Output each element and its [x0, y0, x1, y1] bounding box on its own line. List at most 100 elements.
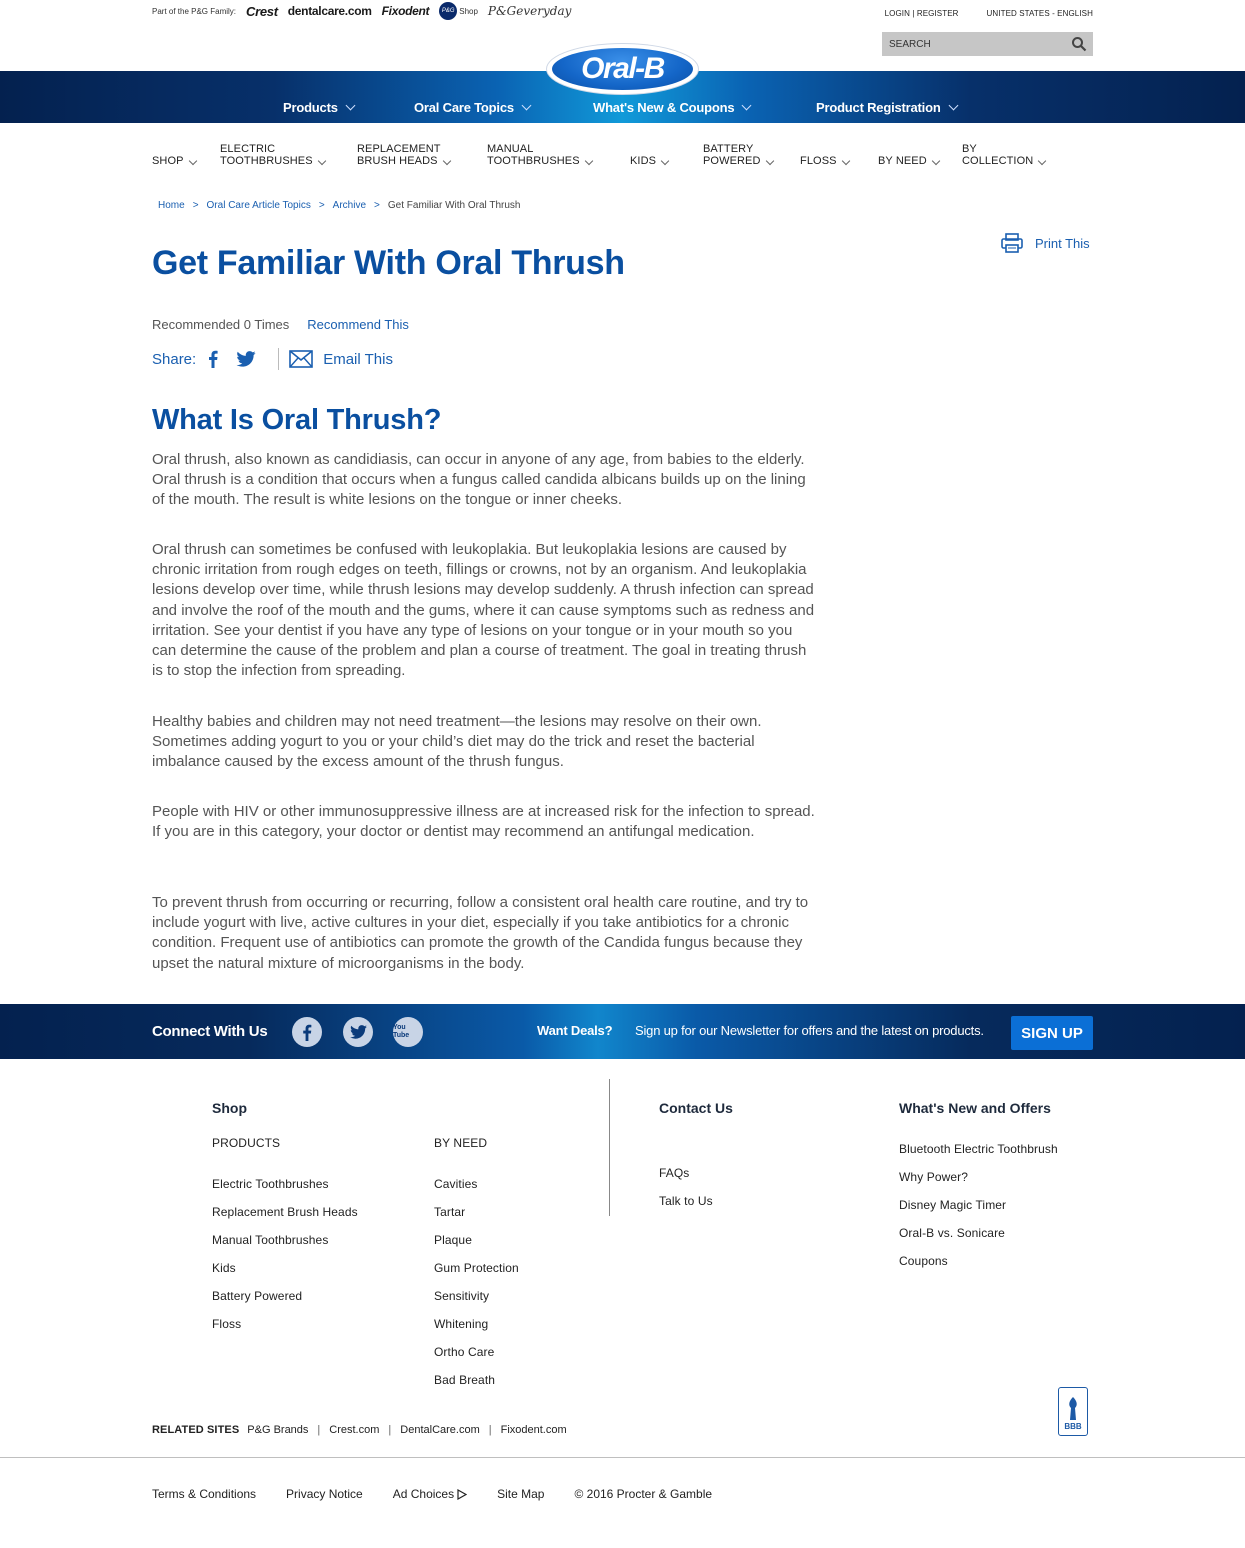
- cat-battery-powered[interactable]: BATTERY POWERED: [703, 143, 774, 167]
- category-nav: SHOP ELECTRIC TOOTHBRUSHES REPLACEMENT BRU…: [152, 143, 1102, 171]
- twitter-icon[interactable]: [236, 351, 256, 367]
- crest-logo[interactable]: Crest: [246, 4, 278, 19]
- footer-link-plaque[interactable]: Plaque: [434, 1233, 472, 1247]
- footer-link-replacement-brush-heads[interactable]: Replacement Brush Heads: [212, 1205, 358, 1219]
- cat-line1: [800, 143, 849, 155]
- footer-link-gum-protection[interactable]: Gum Protection: [434, 1261, 519, 1275]
- bbb-label: BBB: [1064, 1422, 1082, 1431]
- main-nav-products[interactable]: Products: [283, 100, 356, 115]
- chevron-down-icon: [317, 156, 326, 166]
- main-nav-product-registration[interactable]: Product Registration: [816, 100, 959, 115]
- cat-by-collection[interactable]: BY COLLECTION: [962, 143, 1047, 167]
- footer-link-vs-sonicare[interactable]: Oral-B vs. Sonicare: [899, 1226, 1005, 1240]
- print-button[interactable]: Print This: [1001, 233, 1090, 253]
- main-nav-whats-new[interactable]: What's New & Coupons: [593, 100, 752, 115]
- chevron-down-icon: [948, 100, 959, 111]
- cat-line2: KIDS: [630, 155, 670, 167]
- article-paragraph: To prevent thrush from occurring or recu…: [152, 894, 809, 972]
- footer-link-bluetooth[interactable]: Bluetooth Electric Toothbrush: [899, 1142, 1058, 1156]
- pg-shop-label: Shop: [459, 6, 478, 16]
- footer-link-why-power[interactable]: Why Power?: [899, 1170, 968, 1184]
- oral-b-logo[interactable]: Oral-B: [547, 44, 698, 94]
- login-register-link[interactable]: LOGIN | REGISTER: [885, 9, 959, 18]
- connect-bar: Connect With Us You Tube Want Deals? Sig…: [0, 1004, 1245, 1059]
- article-paragraph: Oral thrush, also known as candidiasis, …: [152, 451, 806, 509]
- footer-link-tartar[interactable]: Tartar: [434, 1205, 465, 1219]
- twitter-icon[interactable]: [343, 1017, 373, 1047]
- main-nav-oral-care-topics[interactable]: Oral Care Topics: [414, 100, 532, 115]
- breadcrumb-separator: >: [374, 200, 380, 211]
- recommend-link[interactable]: Recommend This: [307, 317, 409, 332]
- printer-icon: [1001, 233, 1023, 253]
- terms-link[interactable]: Terms & Conditions: [152, 1487, 256, 1501]
- footer-link-coupons[interactable]: Coupons: [899, 1254, 948, 1268]
- newsletter-text: Sign up for our Newsletter for offers an…: [635, 1023, 984, 1038]
- chevron-down-icon: [521, 100, 532, 111]
- cat-manual-toothbrushes[interactable]: MANUAL TOOTHBRUSHES: [487, 143, 593, 167]
- youtube-icon[interactable]: You Tube: [393, 1017, 423, 1047]
- cat-kids[interactable]: KIDS: [630, 143, 670, 167]
- locale-selector[interactable]: UNITED STATES - ENGLISH: [987, 9, 1093, 18]
- pg-everyday-logo[interactable]: P&Geveryday: [488, 4, 571, 18]
- footer-link-ortho-care[interactable]: Ortho Care: [434, 1345, 494, 1359]
- chevron-down-icon: [188, 156, 197, 166]
- signup-button[interactable]: SIGN UP: [1011, 1016, 1093, 1050]
- footer-link-bad-breath[interactable]: Bad Breath: [434, 1373, 495, 1387]
- footer-link-sensitivity[interactable]: Sensitivity: [434, 1289, 489, 1303]
- dentalcare-logo[interactable]: dentalcare.com: [288, 4, 372, 18]
- footer-link-battery-powered[interactable]: Battery Powered: [212, 1289, 302, 1303]
- ad-choices-link[interactable]: Ad Choices: [393, 1487, 468, 1501]
- breadcrumb-current: Get Familiar With Oral Thrush: [387, 200, 521, 211]
- sitemap-link[interactable]: Site Map: [497, 1487, 544, 1501]
- privacy-link[interactable]: Privacy Notice: [286, 1487, 363, 1501]
- cat-by-need[interactable]: BY NEED: [878, 143, 941, 167]
- breadcrumb-archive[interactable]: Archive: [333, 200, 366, 211]
- recommend-count: Recommended 0 Times: [152, 317, 290, 332]
- cat-shop[interactable]: SHOP: [152, 143, 197, 167]
- footer-link-faqs[interactable]: FAQs: [659, 1166, 689, 1180]
- footer-divider: [609, 1079, 610, 1216]
- cat-line1: BY: [962, 143, 977, 155]
- envelope-icon: [289, 350, 314, 368]
- footer-link-talk-to-us[interactable]: Talk to Us: [659, 1194, 713, 1208]
- related-pg-brands[interactable]: P&G Brands: [247, 1424, 308, 1436]
- chevron-down-icon: [841, 156, 850, 166]
- pg-shop-logo[interactable]: P&G Shop: [439, 2, 478, 20]
- logo-text: Oral-B: [581, 52, 665, 85]
- cat-replacement-brush-heads[interactable]: REPLACEMENT BRUSH HEADS: [357, 143, 451, 167]
- footer-link-kids[interactable]: Kids: [212, 1261, 236, 1275]
- cat-line2: BY NEED: [878, 155, 941, 167]
- footer-link-whitening[interactable]: Whitening: [434, 1317, 488, 1331]
- deals-label: Want Deals?: [537, 1023, 613, 1038]
- cat-line2: BRUSH HEADS: [357, 155, 451, 167]
- breadcrumb: Home > Oral Care Article Topics > Archiv…: [158, 200, 521, 211]
- email-label: Email This: [323, 350, 393, 368]
- related-fixodent[interactable]: Fixodent.com: [501, 1424, 567, 1436]
- print-label: Print This: [1035, 235, 1090, 251]
- search-input[interactable]: [882, 38, 1062, 50]
- search-icon[interactable]: [1071, 36, 1087, 52]
- breadcrumb-topics[interactable]: Oral Care Article Topics: [207, 200, 311, 211]
- cat-electric-toothbrushes[interactable]: ELECTRIC TOOTHBRUSHES: [220, 143, 326, 167]
- footer-link-electric-toothbrushes[interactable]: Electric Toothbrushes: [212, 1177, 329, 1191]
- related-sites-label: RELATED SITES: [152, 1424, 240, 1436]
- facebook-icon[interactable]: [292, 1017, 322, 1047]
- ad-choices-icon: [457, 1488, 468, 1500]
- breadcrumb-home[interactable]: Home: [158, 200, 185, 211]
- cat-line1: [152, 143, 196, 155]
- related-crest[interactable]: Crest.com: [329, 1424, 379, 1436]
- main-nav-label: Oral Care Topics: [414, 100, 514, 115]
- related-separator: |: [488, 1424, 492, 1436]
- footer-link-floss[interactable]: Floss: [212, 1317, 241, 1331]
- footer-link-disney-timer[interactable]: Disney Magic Timer: [899, 1198, 1006, 1212]
- related-separator: |: [317, 1424, 321, 1436]
- account-links: LOGIN | REGISTER UNITED STATES - ENGLISH: [885, 9, 1093, 18]
- email-this-link[interactable]: Email This: [289, 350, 393, 368]
- facebook-icon[interactable]: [208, 350, 218, 368]
- cat-floss[interactable]: FLOSS: [800, 143, 850, 167]
- fixodent-logo[interactable]: Fixodent: [382, 4, 430, 18]
- footer-link-manual-toothbrushes[interactable]: Manual Toothbrushes: [212, 1233, 328, 1247]
- footer-link-cavities[interactable]: Cavities: [434, 1177, 477, 1191]
- related-dentalcare[interactable]: DentalCare.com: [400, 1424, 479, 1436]
- bbb-badge[interactable]: BBB: [1058, 1387, 1088, 1436]
